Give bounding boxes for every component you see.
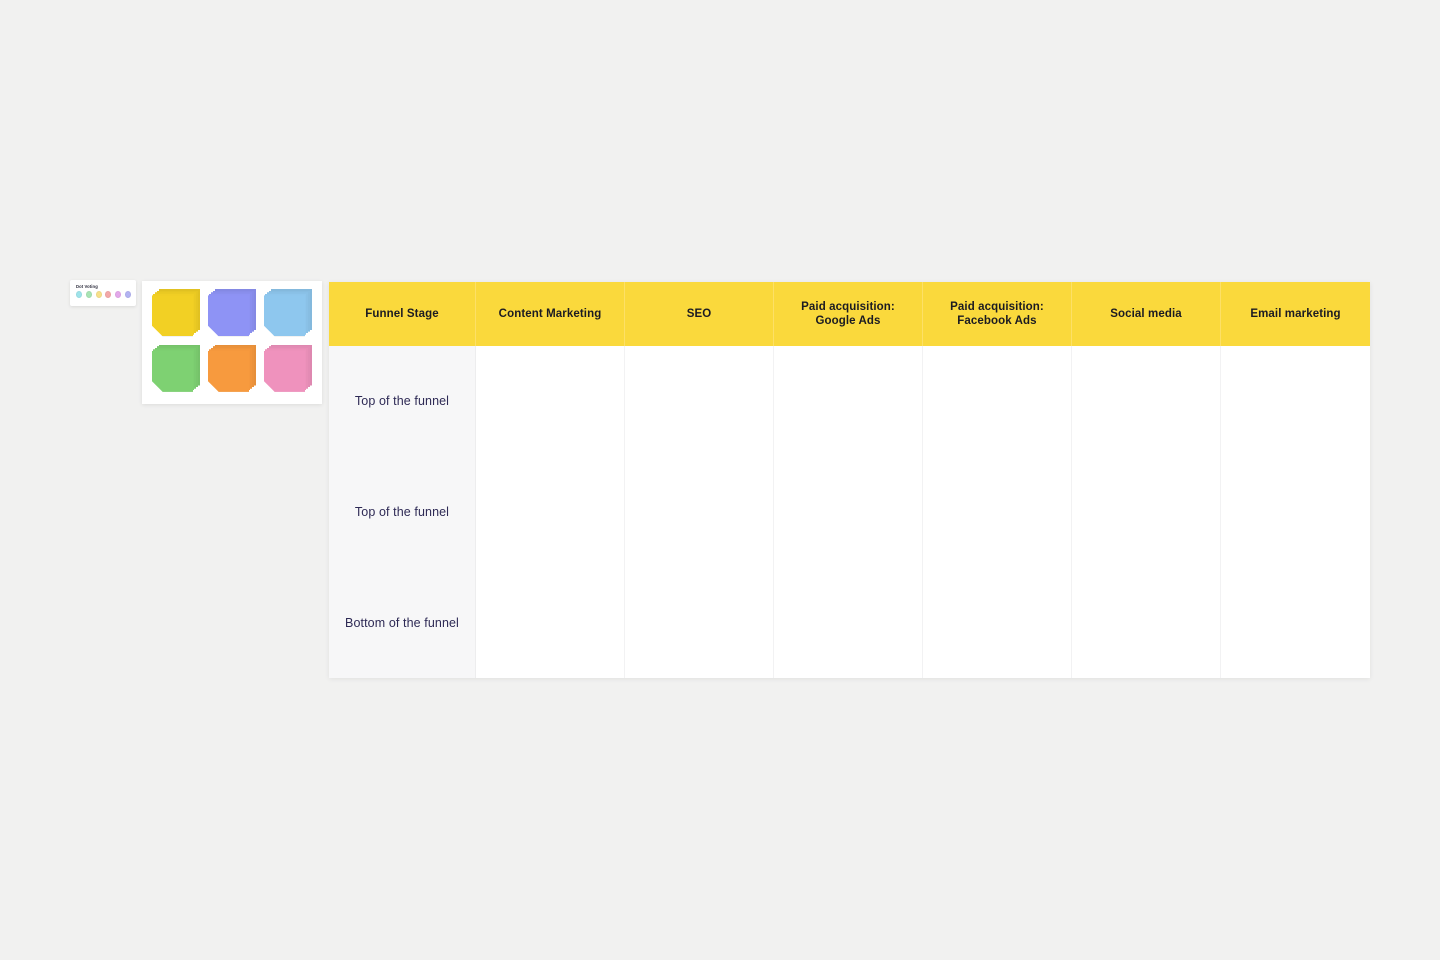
dot-violet[interactable] <box>124 291 131 298</box>
table-header-email-marketing[interactable]: Email marketing <box>1221 282 1370 346</box>
table-cell[interactable] <box>923 567 1071 678</box>
dot-voting-title: Dot Voting <box>76 284 98 289</box>
dot-magenta[interactable] <box>115 291 122 298</box>
table-column-content-marketing <box>476 346 625 678</box>
funnel-stage-label-cell: Top of the funnel <box>329 457 475 568</box>
table-cell[interactable] <box>1221 567 1370 678</box>
table-header-seo[interactable]: SEO <box>625 282 774 346</box>
sticky-note-pink[interactable] <box>264 344 312 393</box>
table-cell[interactable] <box>625 346 773 457</box>
table-cell[interactable] <box>923 457 1071 568</box>
sticky-note-yellow-sheet <box>152 295 193 337</box>
sticky-note-orange-sheet <box>208 350 249 392</box>
table-cell[interactable] <box>1072 457 1220 568</box>
funnel-stage-label-cell: Bottom of the funnel <box>329 567 475 678</box>
sticky-note-yellow[interactable] <box>152 289 200 337</box>
table-cell[interactable] <box>476 457 624 568</box>
sticky-note-green[interactable] <box>152 344 200 393</box>
table-cell[interactable] <box>1221 457 1370 568</box>
table-column-social-media <box>1072 346 1221 678</box>
sticky-note-pink-sheet <box>264 350 305 392</box>
sticky-note-purple[interactable] <box>208 289 256 337</box>
table-cell[interactable] <box>774 567 922 678</box>
table-cell[interactable] <box>774 346 922 457</box>
table-cell[interactable] <box>923 346 1071 457</box>
sticky-note-blue[interactable] <box>264 289 312 337</box>
table-cell[interactable] <box>1072 567 1220 678</box>
funnel-stage-label: Top of the funnel <box>354 505 450 519</box>
funnel-stage-label-cell: Top of the funnel <box>329 346 475 457</box>
dot-cyan[interactable] <box>76 291 83 298</box>
table-cell[interactable] <box>625 457 773 568</box>
dot-voting-card[interactable]: Dot Voting <box>70 280 136 306</box>
table-column-email-marketing <box>1221 346 1370 678</box>
table-column-paid-acquisition-facebook-ads <box>923 346 1072 678</box>
dot-green[interactable] <box>85 291 92 298</box>
funnel-stage-label: Bottom of the funnel <box>345 615 459 630</box>
table-header-funnel-stage[interactable]: Funnel Stage <box>329 282 476 346</box>
dot-voting-dot-row <box>75 291 131 298</box>
sticky-note-blue-sheet <box>264 295 305 337</box>
table-header-paid-acquisition-facebook-ads[interactable]: Paid acquisition: Facebook Ads <box>923 282 1072 346</box>
sticky-notes-panel <box>142 281 322 404</box>
dot-yellow[interactable] <box>95 291 102 298</box>
sticky-note-green-sheet <box>152 350 193 392</box>
funnel-stage-label: Top of the funnel <box>354 394 450 409</box>
funnel-stage-column: Top of the funnel Top of the funnel Bottom… <box>329 346 476 678</box>
table-cell[interactable] <box>476 567 624 678</box>
dot-red[interactable] <box>105 291 112 298</box>
table-cell[interactable] <box>476 346 624 457</box>
sticky-note-orange[interactable] <box>208 344 256 393</box>
table-column-paid-acquisition-google-ads <box>774 346 923 678</box>
table-header-social-media[interactable]: Social media <box>1072 282 1221 346</box>
table-cell[interactable] <box>1221 346 1370 457</box>
table-header-content-marketing[interactable]: Content Marketing <box>476 282 625 346</box>
table-column-seo <box>625 346 774 678</box>
table-cell[interactable] <box>774 457 922 568</box>
table-header-row: Funnel Stage Content Marketing SEO Paid acq… <box>329 282 1370 346</box>
table-body: Top of the funnel Top of the funnel Bottom… <box>329 346 1370 678</box>
sticky-note-purple-sheet <box>208 295 249 337</box>
table-cell[interactable] <box>1072 346 1220 457</box>
table-cell[interactable] <box>625 567 773 678</box>
table-header-paid-acquisition-google-ads[interactable]: Paid acquisition: Google Ads <box>774 282 923 346</box>
sticky-notes-grid <box>142 281 322 404</box>
funnel-marketing-table: Funnel Stage Content Marketing SEO Paid acq… <box>329 282 1370 678</box>
